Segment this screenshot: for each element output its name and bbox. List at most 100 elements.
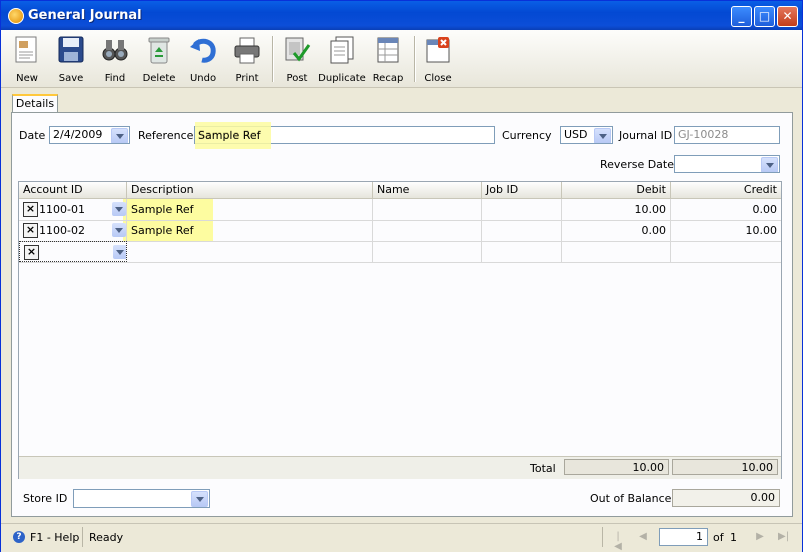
recap-label: Recap bbox=[372, 73, 404, 84]
previous-page-icon[interactable]: ◀ bbox=[638, 532, 648, 542]
out-of-balance-label: Out of Balance bbox=[590, 492, 672, 505]
column-header-name[interactable]: Name bbox=[373, 182, 482, 198]
reverse-date-field[interactable] bbox=[674, 155, 780, 173]
table-row[interactable]: × 1100-02 Sample Ref 0.00 10.00 bbox=[19, 220, 781, 242]
job-id-cell[interactable] bbox=[482, 220, 562, 241]
column-header-account-id[interactable]: Account ID bbox=[19, 182, 127, 198]
journal-id-label: Journal ID bbox=[619, 129, 673, 142]
print-button[interactable]: Print bbox=[226, 33, 268, 85]
page-number-input[interactable]: 1 bbox=[659, 528, 708, 546]
of-label: of bbox=[713, 531, 724, 544]
debit-cell[interactable] bbox=[562, 241, 671, 262]
floppy-disk-icon bbox=[58, 36, 84, 63]
recap-button[interactable]: Recap bbox=[367, 33, 409, 85]
job-id-cell[interactable] bbox=[482, 199, 562, 220]
description-cell[interactable] bbox=[127, 241, 373, 262]
new-document-icon bbox=[15, 36, 37, 63]
undo-button[interactable]: Undo bbox=[182, 33, 224, 85]
toolbar: New Save Find Delete Undo Print Post Dup… bbox=[1, 30, 802, 88]
journal-id-value: GJ-10028 bbox=[678, 128, 729, 141]
help-icon[interactable]: ? bbox=[13, 531, 25, 543]
close-label: Close bbox=[424, 73, 452, 84]
next-page-icon[interactable]: ▶ bbox=[755, 532, 765, 542]
minimize-icon: _ bbox=[738, 9, 745, 23]
currency-dropdown-chevron-icon[interactable] bbox=[594, 128, 611, 143]
delete-row-icon[interactable]: × bbox=[23, 202, 38, 217]
debit-cell[interactable]: 0.00 bbox=[562, 220, 671, 241]
window-title: General Journal bbox=[28, 8, 142, 23]
find-button[interactable]: Find bbox=[94, 33, 136, 85]
table-row-new[interactable]: × bbox=[19, 241, 781, 263]
delete-button[interactable]: Delete bbox=[138, 33, 180, 85]
account-dropdown-chevron-icon[interactable] bbox=[112, 202, 126, 216]
currency-label: Currency bbox=[502, 129, 552, 142]
credit-cell[interactable]: 0.00 bbox=[671, 199, 781, 220]
column-header-debit[interactable]: Debit bbox=[562, 182, 671, 198]
name-cell[interactable] bbox=[373, 241, 482, 262]
credit-cell[interactable] bbox=[671, 241, 781, 262]
debit-cell[interactable]: 10.00 bbox=[562, 199, 671, 220]
total-label: Total bbox=[530, 462, 556, 475]
credit-cell[interactable]: 10.00 bbox=[671, 220, 781, 241]
save-button[interactable]: Save bbox=[50, 33, 92, 85]
job-id-cell[interactable] bbox=[482, 241, 562, 262]
status-separator bbox=[602, 527, 603, 547]
reference-value-overlay: Sample Ref bbox=[198, 129, 261, 142]
store-id-select[interactable] bbox=[73, 489, 210, 508]
last-page-icon[interactable]: ▶| bbox=[778, 532, 789, 542]
reverse-date-dropdown-chevron-icon[interactable] bbox=[761, 157, 778, 172]
date-dropdown-chevron-icon[interactable] bbox=[111, 128, 128, 143]
grid-totals-row: Total 10.00 10.00 bbox=[19, 456, 781, 479]
delete-row-icon[interactable]: × bbox=[24, 245, 39, 260]
column-header-job-id[interactable]: Job ID bbox=[482, 182, 562, 198]
page-count: 1 bbox=[730, 531, 737, 544]
first-page-icon[interactable]: |◀ bbox=[613, 532, 623, 552]
duplicate-button[interactable]: Duplicate bbox=[318, 33, 366, 85]
status-bar: ? F1 - Help Ready |◀ ◀ 1 of 1 ▶ ▶| bbox=[1, 523, 802, 552]
account-id-cell[interactable]: × bbox=[19, 241, 127, 262]
account-dropdown-chevron-icon[interactable] bbox=[113, 245, 126, 259]
total-debit: 10.00 bbox=[564, 459, 669, 475]
account-id-cell[interactable]: × 1100-02 bbox=[19, 220, 127, 241]
description-cell[interactable]: Sample Ref bbox=[127, 220, 373, 241]
total-credit: 10.00 bbox=[672, 459, 778, 475]
general-journal-window: General Journal _ □ ✕ New Save Find Dele… bbox=[0, 0, 803, 552]
account-id-cell[interactable]: × 1100-01 bbox=[19, 199, 127, 220]
out-of-balance-field: 0.00 bbox=[672, 489, 780, 507]
post-checkmark-icon bbox=[285, 37, 311, 62]
currency-value: USD bbox=[564, 128, 588, 141]
name-cell[interactable] bbox=[373, 220, 482, 241]
store-dropdown-chevron-icon[interactable] bbox=[191, 491, 208, 507]
store-id-label: Store ID bbox=[23, 492, 68, 505]
close-button[interactable]: Close bbox=[417, 33, 459, 85]
app-icon bbox=[8, 8, 24, 24]
column-header-description[interactable]: Description bbox=[127, 182, 373, 198]
delete-row-icon[interactable]: × bbox=[23, 223, 38, 238]
account-id-value: 1100-01 bbox=[39, 203, 85, 216]
close-window-button[interactable]: ✕ bbox=[777, 6, 798, 27]
minimize-button[interactable]: _ bbox=[731, 6, 752, 27]
close-icon: ✕ bbox=[782, 9, 793, 23]
currency-select[interactable]: USD bbox=[560, 126, 613, 144]
close-window-icon bbox=[426, 37, 450, 63]
post-button[interactable]: Post bbox=[276, 33, 318, 85]
grid-header: Account ID Description Name Job ID Debit… bbox=[19, 182, 781, 199]
date-field[interactable]: 2/4/2009 bbox=[49, 126, 130, 144]
maximize-icon: □ bbox=[758, 9, 771, 23]
duplicate-pages-icon bbox=[330, 36, 354, 64]
name-cell[interactable] bbox=[373, 199, 482, 220]
table-row[interactable]: × 1100-01 Sample Ref 10.00 0.00 bbox=[19, 199, 781, 221]
maximize-button[interactable]: □ bbox=[754, 6, 775, 27]
tab-details[interactable]: Details bbox=[12, 94, 58, 114]
description-cell[interactable]: Sample Ref bbox=[127, 199, 373, 220]
title-bar[interactable]: General Journal _ □ ✕ bbox=[1, 1, 802, 30]
undo-arrow-icon bbox=[190, 38, 216, 63]
reverse-date-label: Reverse Date bbox=[600, 158, 675, 171]
account-dropdown-chevron-icon[interactable] bbox=[112, 223, 126, 237]
journal-lines-grid: Account ID Description Name Job ID Debit… bbox=[18, 181, 782, 479]
journal-id-field: GJ-10028 bbox=[674, 126, 780, 144]
column-header-credit[interactable]: Credit bbox=[671, 182, 781, 198]
reference-label: Reference bbox=[138, 129, 194, 142]
help-text[interactable]: F1 - Help bbox=[30, 531, 79, 544]
new-button[interactable]: New bbox=[6, 33, 48, 85]
